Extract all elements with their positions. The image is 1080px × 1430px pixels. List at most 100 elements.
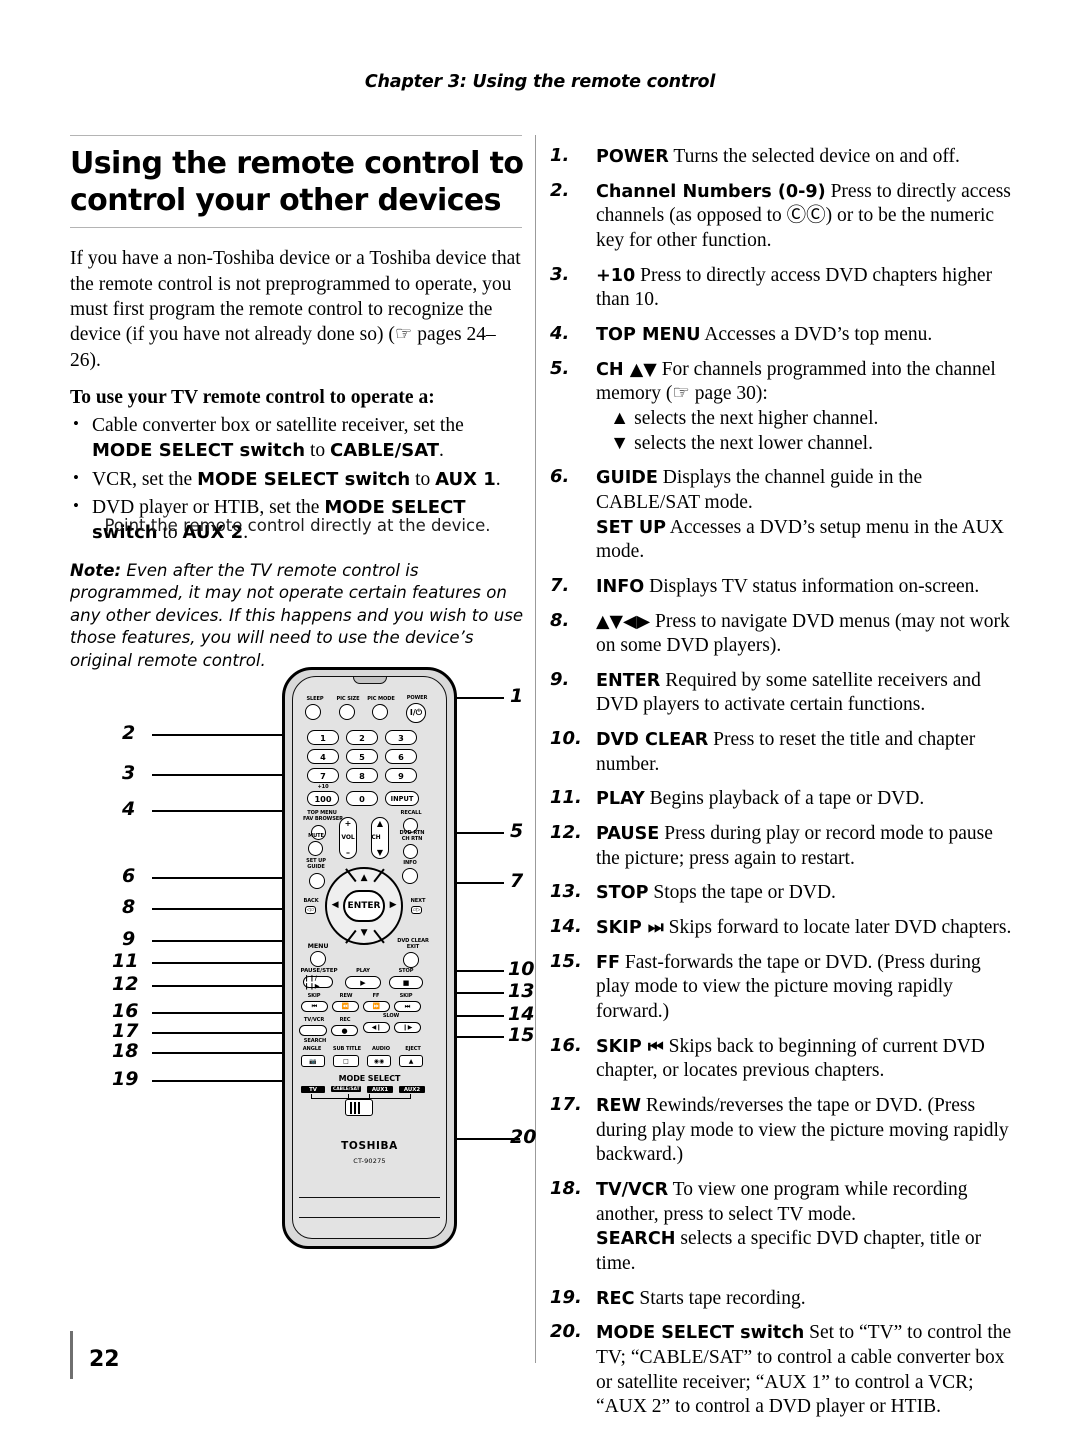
bullet-post: . [439,440,444,462]
brand-logo: TOSHIBA [341,1140,398,1152]
audio-icon[interactable]: ◉◉ [367,1055,391,1067]
callout-9: 9 [122,928,136,950]
item-text: Begins playback of a tape or DVD. [644,788,925,810]
angle-icon[interactable]: 📷 [301,1055,325,1067]
list-item: 6. GUIDE Displays the channel guide in th… [550,466,1012,565]
audio-label: AUDIO [372,1046,390,1052]
item-lead-2: SEARCH [596,1229,676,1250]
tv-vcr-button[interactable] [299,1025,327,1036]
vol-up-icon[interactable]: + [345,819,352,828]
vol-down-icon[interactable]: – [346,848,350,857]
sleep-button[interactable] [305,704,321,720]
guide-button[interactable] [309,873,325,889]
key-5[interactable]: 5 [346,749,378,764]
power-button[interactable]: I/⏻ [406,703,426,723]
key-9[interactable]: 9 [385,768,417,783]
right-column: 1. POWER Turns the selected device on and… [550,145,1012,1430]
back-button[interactable]: ◁▱ [305,906,316,914]
item-lead: SKIP ⏮ [596,1036,664,1057]
footer-rule [70,1331,73,1379]
item-lead: ▲▼◀▶ [596,611,651,632]
pic-size-button[interactable] [339,704,355,720]
dpad-right-icon[interactable]: ▶ [386,900,400,910]
key-1[interactable]: 1 [307,730,339,745]
play-button[interactable]: ▶ [345,976,381,989]
key-4[interactable]: 4 [307,749,339,764]
pause-button[interactable]: ❙❙/❙❙▶ [303,974,333,990]
item-number: 10. [550,728,582,750]
menu-button[interactable] [310,951,326,967]
left-column: Using the remote control to control your… [70,135,525,672]
info-button[interactable] [402,868,418,884]
dpad-down-icon[interactable]: ▼ [353,928,375,938]
skip-back-button[interactable]: ⏮ [301,1001,328,1012]
enter-button[interactable]: ENTER [343,890,385,922]
bullet-bold-2: CABLE/SAT [330,440,440,462]
skip-fwd-label: SKIP [399,993,413,999]
leader-line-3 [152,774,282,776]
key-2[interactable]: 2 [346,730,378,745]
leader-line-12 [152,985,302,987]
item-number: 18. [550,1177,582,1199]
callout-5: 5 [510,820,524,842]
key-0[interactable]: 0 [346,791,378,806]
item-lead: PLAY [596,789,645,810]
list-item: 14. SKIP ⏭ Skips forward to locate later … [550,916,1012,941]
key-3[interactable]: 3 [385,730,417,745]
eject-icon[interactable]: ▲ [399,1055,423,1067]
rec-button[interactable]: ● [331,1025,358,1036]
leader-line-16 [152,1012,300,1014]
key-100[interactable]: 100 [307,791,339,806]
key-6[interactable]: 6 [385,749,417,764]
list-item: 3. +10 Press to directly access DVD chapt… [550,264,1012,313]
key-8[interactable]: 8 [346,768,378,783]
sub-title-icon[interactable]: □ [333,1055,359,1067]
rec-label: REC [339,1017,351,1023]
mode-aux2-label: AUX2 [399,1086,425,1093]
page-number: 22 [89,1347,120,1372]
guide-label: GUIDE [307,864,325,870]
mute-button[interactable] [308,841,323,856]
callout-11: 11 [112,950,139,972]
ch-down-icon[interactable]: ▼ [377,848,383,857]
ch-up-icon[interactable]: ▲ [377,819,383,828]
mode-select-switch[interactable] [345,1099,373,1116]
input-button[interactable]: INPUT [385,791,419,806]
item-number: 5. [550,357,570,379]
page-title: Using the remote control to control your… [70,146,524,218]
pic-mode-button[interactable] [372,704,388,720]
title-rule-top [70,135,522,136]
item-number: 7. [550,574,570,596]
next-button[interactable]: ▱▷ [411,906,422,914]
dpad-up-icon[interactable]: ▲ [353,873,375,883]
leader-line-11 [152,962,302,964]
rew-button[interactable]: ⏪ [332,1001,359,1012]
slow-back-button[interactable]: ◀❙ [363,1022,390,1033]
list-item: 17. REW Rewinds/reverses the tape or DVD.… [550,1094,1012,1168]
item-subline-1: ▲ selects the next higher channel. [610,407,879,429]
dvd-rtn-button[interactable] [403,844,418,859]
key-7[interactable]: 7 [307,768,339,783]
bullet-post: . [495,468,501,490]
item-text: Turns the selected device on and off. [668,146,960,167]
item-lead: CH ▲▼ [596,359,657,380]
item-number: 3. [550,263,570,285]
slow-fwd-button[interactable]: ❙▶ [394,1022,421,1033]
leader-line-9 [152,940,300,942]
title-rule-bottom [70,227,522,229]
back-label: BACK [303,898,319,904]
list-item: 11. PLAY Begins playback of a tape or DVD… [550,787,1012,812]
remote-caption: Point the remote control directly at the… [104,516,491,535]
list-item: 9. ENTER Required by some satellite recei… [550,669,1012,718]
callout-15: 15 [508,1024,535,1046]
callout-18: 18 [112,1040,139,1062]
skip-fwd-button[interactable]: ⏭ [394,1001,421,1012]
list-item: 2. Channel Numbers (0-9) Press to directl… [550,180,1012,254]
sleep-label: SLEEP [306,696,324,702]
dpad-left-icon[interactable]: ◀ [328,900,342,910]
item-number: 17. [550,1094,582,1115]
item-lead: STOP [596,883,649,904]
exit-button[interactable] [403,952,419,968]
stop-button[interactable]: ■ [389,976,423,989]
ff-button[interactable]: ⏩ [363,1001,390,1012]
